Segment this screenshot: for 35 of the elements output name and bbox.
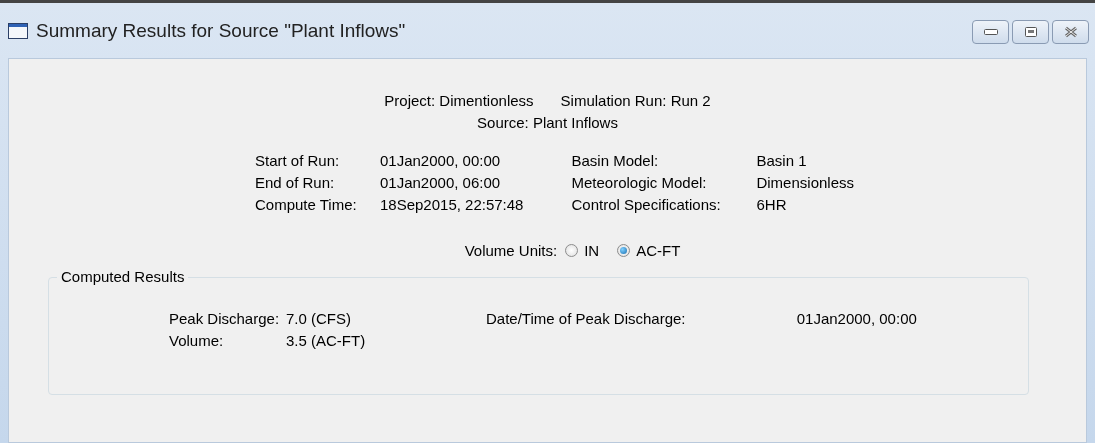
field-label: Meteorologic Model:	[571, 173, 708, 193]
field-value: 01Jan2000, 06:00	[380, 173, 502, 193]
maximize-button[interactable]	[1012, 19, 1049, 44]
field-value: 7.0 (CFS)	[286, 309, 352, 329]
close-icon	[1063, 25, 1078, 38]
field-label: Control Specifications:	[571, 195, 722, 215]
radio-button[interactable]	[565, 244, 579, 257]
field-label: Peak Discharge:	[169, 309, 281, 329]
field-label: Compute Time:	[255, 195, 358, 215]
field-label: Date/Time of Peak Discharge:	[486, 309, 687, 329]
header-text: Simulation Run: Run 2	[560, 91, 711, 111]
field-value: 01Jan2000, 00:00	[380, 151, 502, 171]
radio-button[interactable]	[617, 244, 631, 257]
field-value: Basin 1	[756, 151, 808, 171]
field-label: Volume Units:	[464, 242, 558, 259]
window-title: Summary Results for Source "Plant Inflows"	[36, 19, 407, 42]
maximize-icon	[1024, 26, 1037, 37]
field-value: 18Sep2015, 22:57:48	[380, 195, 524, 215]
field-label: Start of Run:	[255, 151, 341, 171]
table-icon	[8, 22, 28, 39]
close-button[interactable]	[1052, 19, 1089, 44]
field-value: 01Jan2000, 00:00	[796, 309, 918, 329]
header-text: Source: Plant Inflows	[477, 113, 618, 133]
radio-label[interactable]: AC-FT	[636, 242, 681, 259]
field-value: 3.5 (AC-FT)	[286, 331, 367, 351]
field-value: 6HR	[756, 195, 788, 215]
field-value: Dimensionless	[756, 173, 854, 193]
field-label: End of Run:	[255, 173, 336, 193]
group-title: Computed Results	[57, 268, 189, 285]
field-label: Volume:	[169, 331, 225, 351]
radio-label[interactable]: IN	[584, 242, 600, 259]
minimize-button[interactable]	[972, 19, 1009, 44]
header-text: Project: Dimentionless	[384, 91, 534, 111]
field-label: Basin Model:	[571, 151, 660, 171]
minimize-icon	[983, 28, 998, 35]
